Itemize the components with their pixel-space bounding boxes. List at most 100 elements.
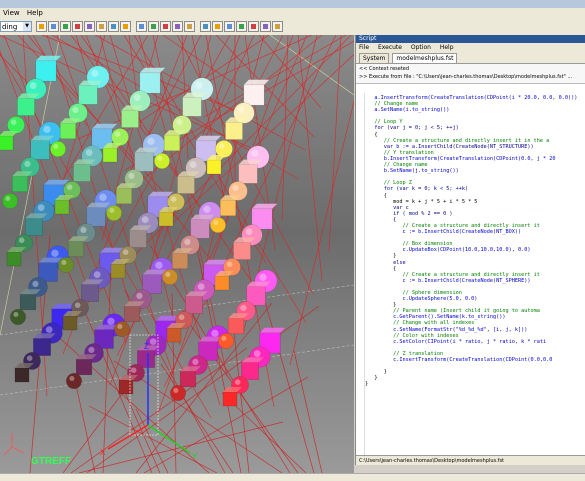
move-button[interactable]: [212, 21, 223, 32]
view-top-button[interactable]: [160, 21, 171, 32]
tab-modelmeshplus[interactable]: modelmeshplus.fst: [392, 53, 458, 63]
render-button[interactable]: [248, 21, 259, 32]
code-editor[interactable]: a.InsertTransform(CreateTranslation(CDPo…: [356, 93, 585, 455]
sphere-highlight: [203, 205, 211, 213]
camera-button[interactable]: [260, 21, 271, 32]
scale-button[interactable]: [224, 21, 235, 32]
box-shape: [6, 251, 22, 267]
sphere-highlight: [18, 237, 25, 243]
code-text: a.InsertTransform(CreateTranslation(CDPo…: [365, 95, 577, 388]
script-menu-help[interactable]: Help: [440, 44, 454, 51]
ray-line: [203, 35, 347, 118]
box-shape: [102, 147, 118, 163]
ray-line: [297, 35, 323, 282]
sphere-highlight: [66, 184, 73, 190]
box-shape: [163, 134, 181, 152]
box-shape: [81, 284, 99, 302]
sphere-highlight: [99, 193, 107, 201]
box-shape: [166, 327, 182, 343]
sphere-shape: [162, 269, 178, 285]
sphere-highlight: [37, 204, 45, 211]
sphere-highlight: [128, 172, 135, 180]
box-shape: [129, 230, 147, 248]
box-shape: [171, 252, 189, 270]
triad-line: [3, 446, 13, 456]
sphere-highlight: [178, 314, 185, 320]
box-shape: [134, 152, 154, 172]
3d-viewport[interactable]: Z X Y: [0, 35, 354, 473]
box-shape: [182, 97, 202, 117]
box-shape: [25, 218, 43, 236]
sphere-highlight: [136, 292, 143, 299]
app-logo: GTREFF: [31, 456, 71, 467]
grid-button[interactable]: [120, 21, 131, 32]
sphere-highlight: [133, 94, 141, 101]
code-line: }: [365, 381, 369, 388]
box-shape: [123, 305, 141, 323]
ray-line: [328, 35, 342, 253]
sphere-highlight: [80, 226, 87, 234]
open-icon: [39, 24, 44, 29]
box-shape: [227, 317, 245, 335]
tab-system[interactable]: System: [359, 53, 390, 63]
sphere-highlight: [109, 207, 115, 213]
box-shape: [214, 275, 230, 291]
sphere-shape: [66, 373, 82, 389]
delete-icon: [187, 24, 192, 29]
ray-line: [293, 350, 323, 473]
sphere-button[interactable]: [108, 21, 119, 32]
sphere-highlight: [141, 216, 149, 223]
box-shape: [115, 187, 133, 205]
axis-x-line: [107, 424, 149, 450]
box-top-shade: [195, 135, 222, 141]
box-shape: [185, 296, 203, 314]
sphere-highlight: [189, 161, 197, 168]
box-shape: [78, 85, 98, 105]
box-shape: [139, 72, 161, 94]
menu-view[interactable]: View: [0, 8, 22, 17]
sphere-highlight: [221, 335, 227, 342]
sphere-highlight: [43, 125, 51, 133]
axes-button[interactable]: [200, 21, 211, 32]
script-panel: Script File Execute Option Help System mo…: [355, 35, 585, 465]
ray-line: [52, 331, 210, 473]
box-shape: [33, 338, 51, 356]
axis-y-label: Y: [192, 452, 198, 461]
zoom-button[interactable]: [60, 21, 71, 32]
box-shape: [59, 122, 77, 140]
script-menu-option[interactable]: Option: [411, 44, 431, 51]
mode-select[interactable]: ding ▼: [0, 21, 32, 32]
chevron-down-icon[interactable]: ▼: [23, 22, 31, 31]
box-button[interactable]: [96, 21, 107, 32]
box-shape: [110, 263, 126, 279]
sphere-highlight: [259, 273, 267, 281]
sphere-shape: [114, 321, 130, 337]
light-button[interactable]: [272, 21, 283, 32]
script-menu-execute[interactable]: Execute: [378, 44, 402, 51]
box-shape: [219, 199, 237, 217]
sphere-highlight: [61, 259, 67, 265]
pan-button[interactable]: [72, 21, 83, 32]
scale-icon: [227, 24, 232, 29]
view-front-button[interactable]: [148, 21, 159, 32]
box-shape: [179, 370, 197, 388]
measure-button[interactable]: [236, 21, 247, 32]
delete-button[interactable]: [184, 21, 195, 32]
fit-button[interactable]: [136, 21, 147, 32]
view-side-icon: [175, 24, 180, 29]
mode-select-value: ding: [2, 23, 18, 31]
save-button[interactable]: [48, 21, 59, 32]
box-shape: [67, 240, 85, 258]
rotate-button[interactable]: [84, 21, 95, 32]
box-top-shade: [243, 79, 270, 85]
ray-line: [164, 54, 354, 231]
open-button[interactable]: [36, 21, 47, 32]
axis-z-label: Z: [144, 342, 149, 351]
script-menu-file[interactable]: File: [359, 44, 369, 51]
box-shape: [238, 164, 258, 184]
menu-help[interactable]: Help: [24, 8, 45, 17]
box-shape: [241, 362, 259, 380]
box-shape: [30, 140, 50, 160]
view-side-button[interactable]: [172, 21, 183, 32]
sphere-highlight: [226, 261, 233, 267]
